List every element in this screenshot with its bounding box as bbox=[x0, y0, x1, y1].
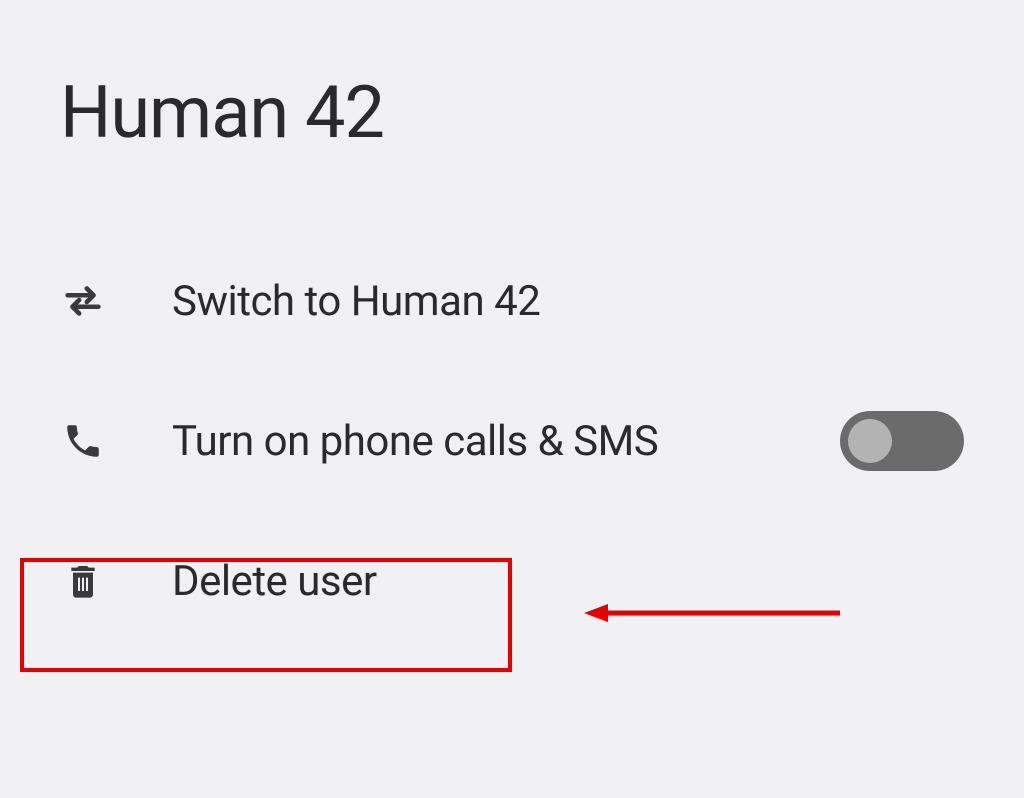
delete-user-row[interactable]: Delete user bbox=[60, 545, 964, 617]
toggle-knob bbox=[848, 419, 892, 463]
phone-icon bbox=[60, 418, 106, 464]
switch-user-row[interactable]: Switch to Human 42 bbox=[60, 265, 964, 337]
swap-icon bbox=[60, 278, 106, 324]
page-title: Human 42 bbox=[60, 70, 964, 155]
switch-user-label: Switch to Human 42 bbox=[172, 277, 540, 326]
phone-sms-row[interactable]: Turn on phone calls & SMS bbox=[60, 405, 964, 477]
delete-user-label: Delete user bbox=[172, 557, 377, 606]
phone-sms-toggle[interactable] bbox=[840, 411, 964, 471]
phone-sms-label: Turn on phone calls & SMS bbox=[172, 417, 658, 466]
trash-icon bbox=[60, 558, 106, 604]
